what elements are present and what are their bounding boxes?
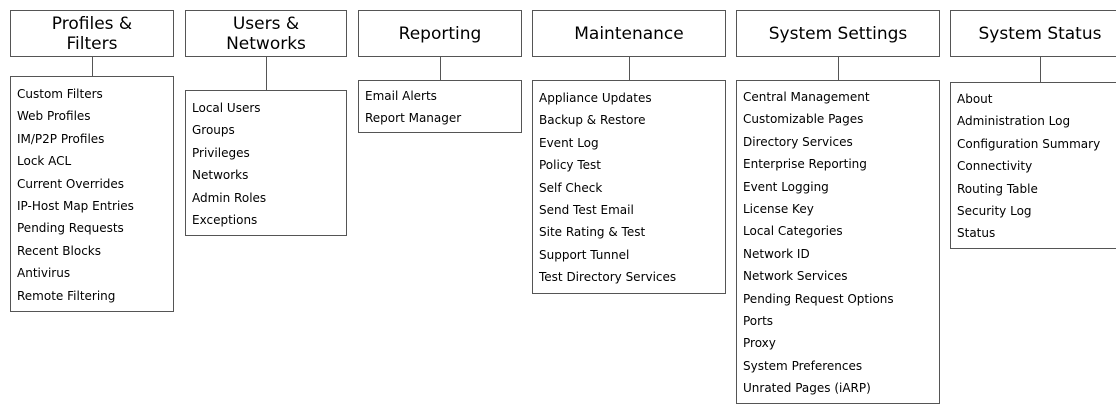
menu-list-reporting: Email Alerts Report Manager [358,80,522,133]
menu-item-maintenance[interactable]: Send Test Email [539,199,719,221]
menu-item-system-settings[interactable]: Event Logging [743,176,933,198]
menu-item-maintenance[interactable]: Backup & Restore [539,109,719,131]
menu-item-system-status[interactable]: Connectivity [957,155,1116,177]
menu-item-system-settings[interactable]: Proxy [743,332,933,354]
menu-list-maintenance: Appliance Updates Backup & Restore Event L… [532,80,726,294]
menu-item-profiles[interactable]: IP-Host Map Entries [17,195,167,217]
menu-item-maintenance[interactable]: Appliance Updates [539,87,719,109]
menu-item-system-settings[interactable]: Network Services [743,265,933,287]
menu-item-users[interactable]: Exceptions [192,209,340,231]
menu-item-users[interactable]: Privileges [192,142,340,164]
menu-item-system-settings[interactable]: Network ID [743,243,933,265]
menu-header-reporting[interactable]: Reporting [358,10,522,57]
menu-list-profiles: Custom Filters Web Profiles IM/P2P Profile… [10,76,174,312]
menu-item-users[interactable]: Networks [192,164,340,186]
menu-item-users[interactable]: Groups [192,119,340,141]
menu-item-system-settings[interactable]: Central Management [743,86,933,108]
menu-item-system-settings[interactable]: Pending Request Options [743,288,933,310]
menu-item-profiles[interactable]: Web Profiles [17,105,167,127]
menu-item-profiles[interactable]: Custom Filters [17,83,167,105]
menu-header-maintenance[interactable]: Maintenance [532,10,726,57]
menu-item-maintenance[interactable]: Test Directory Services [539,266,719,288]
menu-item-system-settings[interactable]: License Key [743,198,933,220]
menu-item-reporting[interactable]: Report Manager [365,107,515,129]
menu-list-system-settings: Central Management Customizable Pages Dire… [736,80,940,404]
menu-item-maintenance[interactable]: Policy Test [539,154,719,176]
menu-item-profiles[interactable]: Lock ACL [17,150,167,172]
connector-line [838,57,839,80]
connector-line [1040,57,1041,82]
menu-item-system-settings[interactable]: System Preferences [743,355,933,377]
menu-item-system-status[interactable]: Administration Log [957,110,1116,132]
menu-item-profiles[interactable]: Antivirus [17,262,167,284]
menu-item-profiles[interactable]: IM/P2P Profiles [17,128,167,150]
connector-line [266,57,267,90]
menu-header-system-status[interactable]: System Status [950,10,1116,57]
menu-item-maintenance[interactable]: Support Tunnel [539,244,719,266]
menu-item-maintenance[interactable]: Site Rating & Test [539,221,719,243]
connector-line [629,57,630,80]
menu-item-system-settings[interactable]: Local Categories [743,220,933,242]
menu-item-system-settings[interactable]: Ports [743,310,933,332]
menu-item-system-status[interactable]: Configuration Summary [957,133,1116,155]
menu-header-system-settings[interactable]: System Settings [736,10,940,57]
menu-item-profiles[interactable]: Current Overrides [17,173,167,195]
menu-item-system-status[interactable]: Security Log [957,200,1116,222]
menu-item-system-status[interactable]: About [957,88,1116,110]
menu-item-profiles[interactable]: Remote Filtering [17,285,167,307]
menu-item-system-settings[interactable]: Enterprise Reporting [743,153,933,175]
menu-header-users[interactable]: Users & Networks [185,10,347,57]
menu-item-profiles[interactable]: Recent Blocks [17,240,167,262]
connector-line [92,57,93,76]
menu-item-maintenance[interactable]: Event Log [539,132,719,154]
menu-item-profiles[interactable]: Pending Requests [17,217,167,239]
menu-item-system-status[interactable]: Status [957,222,1116,244]
menu-item-system-settings[interactable]: Customizable Pages [743,108,933,130]
menu-item-users[interactable]: Admin Roles [192,187,340,209]
menu-item-system-settings[interactable]: Directory Services [743,131,933,153]
menu-item-maintenance[interactable]: Self Check [539,177,719,199]
menu-item-system-status[interactable]: Routing Table [957,178,1116,200]
connector-line [440,57,441,80]
menu-item-reporting[interactable]: Email Alerts [365,85,515,107]
menu-list-system-status: About Administration Log Configuration Sum… [950,82,1116,249]
menu-list-users: Local Users Groups Privileges Networks Admin… [185,90,347,237]
menu-item-users[interactable]: Local Users [192,97,340,119]
menu-item-system-settings[interactable]: Unrated Pages (iARP) [743,377,933,399]
menu-header-profiles[interactable]: Profiles & Filters [10,10,174,57]
